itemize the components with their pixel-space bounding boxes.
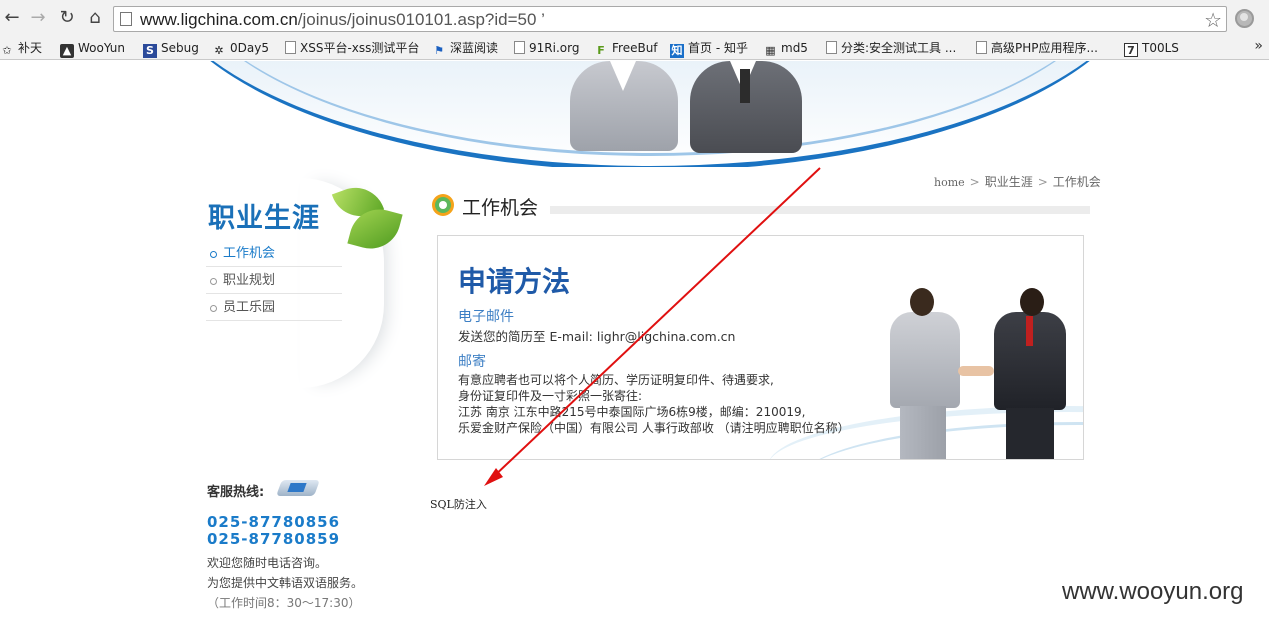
bookmarks-bar: ✩ 补天 ▲ WooYun S Sebug ✲ 0Day5 XSS平台-xss测试平台 … (0, 36, 1269, 60)
page-icon (285, 41, 296, 54)
mail-text: 身份证复印件及一寸彩照一张寄往: (458, 389, 643, 403)
watermark: www.wooyun.org (1062, 578, 1244, 605)
bookmark-item[interactable]: 91Ri.org (514, 39, 579, 57)
bookmarks-overflow-chevron-icon[interactable]: » (1254, 38, 1263, 54)
url-host: www.ligchina.com.cn (140, 10, 298, 29)
bookmark-item[interactable]: 分类:安全测试工具 ... (826, 39, 956, 57)
address-bar[interactable]: www.ligchina.com.cn/joinus/joinus010101.… (113, 6, 1227, 32)
handshake-image (958, 366, 994, 376)
sidebar-item-job-openings[interactable]: 工作机会 (206, 240, 342, 267)
page-icon (826, 41, 837, 54)
bookmark-item[interactable]: ✲ 0Day5 (212, 39, 269, 57)
businessman-image (984, 288, 1068, 459)
leaf-icon (331, 178, 403, 262)
bookmark-item[interactable]: ✩ 补天 (0, 39, 42, 57)
url-text[interactable]: www.ligchina.com.cn/joinus/joinus010101.… (140, 10, 545, 30)
mail-heading: 邮寄 (458, 354, 486, 370)
bookmark-item[interactable]: S Sebug (143, 39, 199, 58)
sql-injection-notice: SQL防注入 (430, 498, 487, 511)
bookmark-item[interactable]: ⚑ 深蓝阅读 (432, 39, 498, 57)
hotline-label: 客服热线: (207, 485, 265, 500)
breadcrumb-home[interactable]: home (934, 176, 965, 189)
url-path: /joinus/joinus010101.asp?id=50 ’ (297, 10, 545, 29)
target-icon (432, 194, 454, 216)
hotline-hours: （工作时间8：30～17:30） (207, 596, 361, 610)
page-icon (976, 41, 987, 54)
zhihu-icon: 知 (670, 44, 684, 58)
bookmark-item[interactable]: ▦ md5 (763, 39, 808, 57)
wooyun-icon: ▲ (60, 44, 74, 58)
back-arrow-icon[interactable]: ← (2, 8, 22, 28)
sebug-icon: S (143, 44, 157, 58)
hotline-note: 为您提供中文韩语双语服务。 (207, 576, 364, 590)
breadcrumb-separator: > (969, 175, 980, 189)
page-title: 工作机会 (462, 197, 539, 219)
page-icon (514, 41, 525, 54)
section-header: 工作机会 (432, 192, 1092, 219)
bookmark-item[interactable]: XSS平台-xss测试平台 (285, 39, 419, 57)
application-panel: 申请方法 电子邮件 发送您的简历至 E-mail: lighr@ligchina… (437, 235, 1084, 460)
hotline-phone: 025-87780856 (207, 513, 341, 531)
email-heading: 电子邮件 (458, 309, 514, 325)
breadcrumb-separator: > (1037, 175, 1048, 189)
hotline-phone: 025-87780859 (207, 530, 341, 548)
telephone-icon (276, 474, 320, 500)
reload-icon[interactable]: ↻ (57, 8, 77, 28)
email-text: 发送您的简历至 E-mail: lighr@ligchina.com.cn (458, 329, 736, 344)
mail-text: 有意应聘者也可以将个人简历、学历证明复印件、待遇要求, (458, 373, 774, 387)
md5-icon: ▦ (765, 44, 775, 57)
bookmark-item[interactable]: 高级PHP应用程序... (976, 39, 1098, 57)
home-icon[interactable]: ⌂ (85, 8, 105, 28)
browser-toolbar: ← → ↻ ⌂ www.ligchina.com.cn/joinus/joinu… (0, 0, 1269, 36)
sidebar-title: 职业生涯 (208, 203, 320, 234)
forward-arrow-icon[interactable]: → (28, 8, 48, 28)
sidebar-menu: 工作机会 职业规划 员工乐园 (206, 240, 342, 321)
mail-address: 江苏 南京 江东中路215号中泰国际广场6栋9楼，邮编：210019, (458, 405, 806, 419)
arrow-head (484, 468, 503, 486)
star-icon: ✩ (2, 44, 12, 57)
panel-title: 申请方法 (458, 265, 571, 298)
bookmark-item[interactable]: 知首页 - 知乎 (670, 39, 748, 58)
sidebar-item-career-planning[interactable]: 职业规划 (206, 267, 342, 294)
bookmark-star-icon[interactable]: ☆ (1204, 8, 1222, 32)
bookmark-item[interactable]: ▲ WooYun (60, 39, 125, 58)
breadcrumb-level1[interactable]: 职业生涯 (985, 175, 1033, 189)
freebuf-icon: F (597, 44, 605, 57)
tools-icon: 7 (1124, 43, 1138, 57)
header-banner (0, 61, 1269, 167)
burst-icon: ✲ (214, 44, 224, 57)
page-icon (120, 12, 132, 26)
mail-recipient: 乐爱金财产保险（中国）有限公司 人事行政部收 （请注明应聘职位名称） (458, 421, 850, 435)
bookmark-flag-icon: ⚑ (434, 44, 444, 57)
breadcrumb: home > 职业生涯 > 工作机会 (934, 173, 1101, 190)
breadcrumb-level2: 工作机会 (1052, 175, 1101, 189)
globe-icon[interactable] (1235, 9, 1254, 28)
sidebar-item-employee-park[interactable]: 员工乐园 (206, 294, 342, 321)
bookmark-item[interactable]: F FreeBuf (594, 39, 657, 57)
bookmark-item[interactable]: 7 T00LS (1124, 39, 1179, 57)
hotline-note: 欢迎您随时电话咨询。 (207, 556, 328, 570)
heading-divider (550, 206, 1090, 214)
